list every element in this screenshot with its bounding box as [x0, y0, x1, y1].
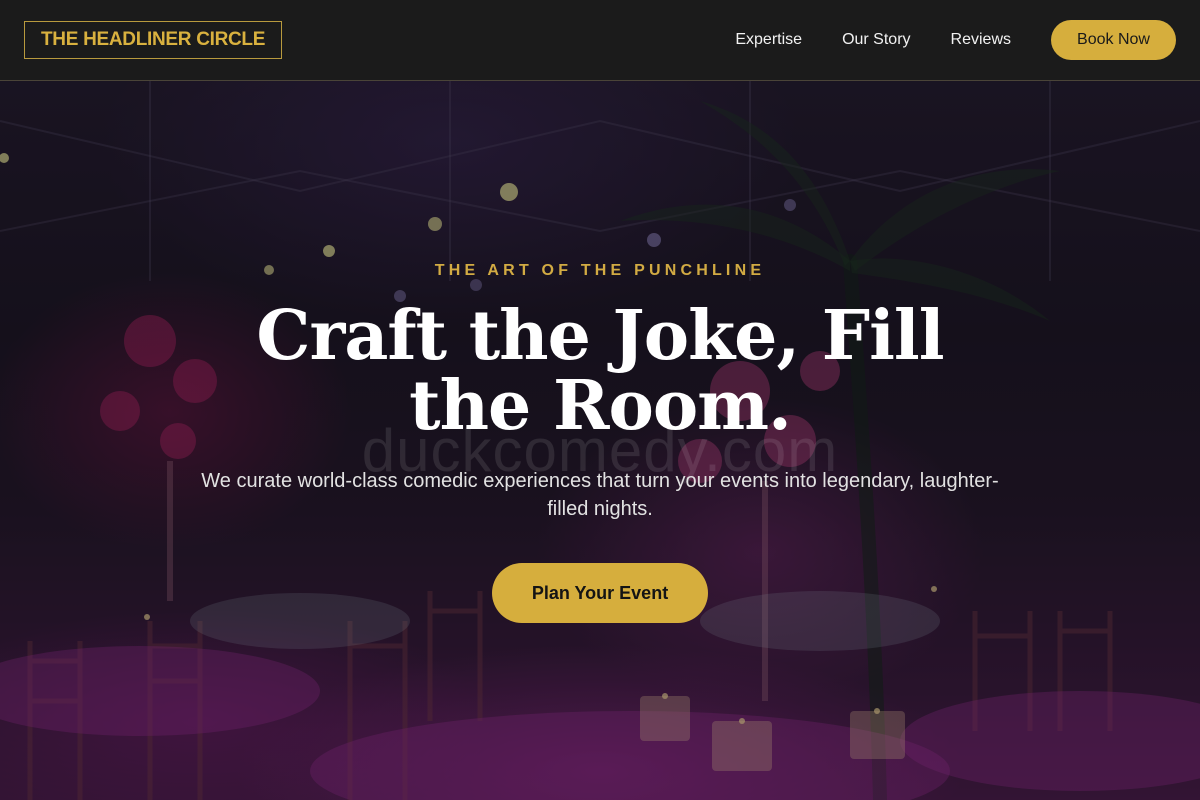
site-header: THE HEADLINER CIRCLE Expertise Our Story… — [0, 0, 1200, 81]
hero-section: duckcomedy.com THE ART OF THE PUNCHLINE … — [0, 81, 1200, 800]
nav-link-reviews[interactable]: Reviews — [951, 31, 1011, 49]
hero-headline: Craft the Joke, Fill the Room. — [256, 296, 944, 446]
nav-link-our-story[interactable]: Our Story — [842, 31, 910, 49]
site-logo[interactable]: THE HEADLINER CIRCLE — [24, 21, 283, 59]
main-nav: Expertise Our Story Reviews Book Now — [695, 20, 1176, 60]
hero-eyebrow: THE ART OF THE PUNCHLINE — [434, 262, 766, 279]
hero-subtext: We curate world-class comedic experience… — [201, 470, 999, 520]
book-now-button[interactable]: Book Now — [1051, 20, 1176, 60]
nav-link-expertise[interactable]: Expertise — [735, 31, 802, 49]
plan-your-event-button[interactable]: Plan Your Event — [492, 563, 708, 623]
